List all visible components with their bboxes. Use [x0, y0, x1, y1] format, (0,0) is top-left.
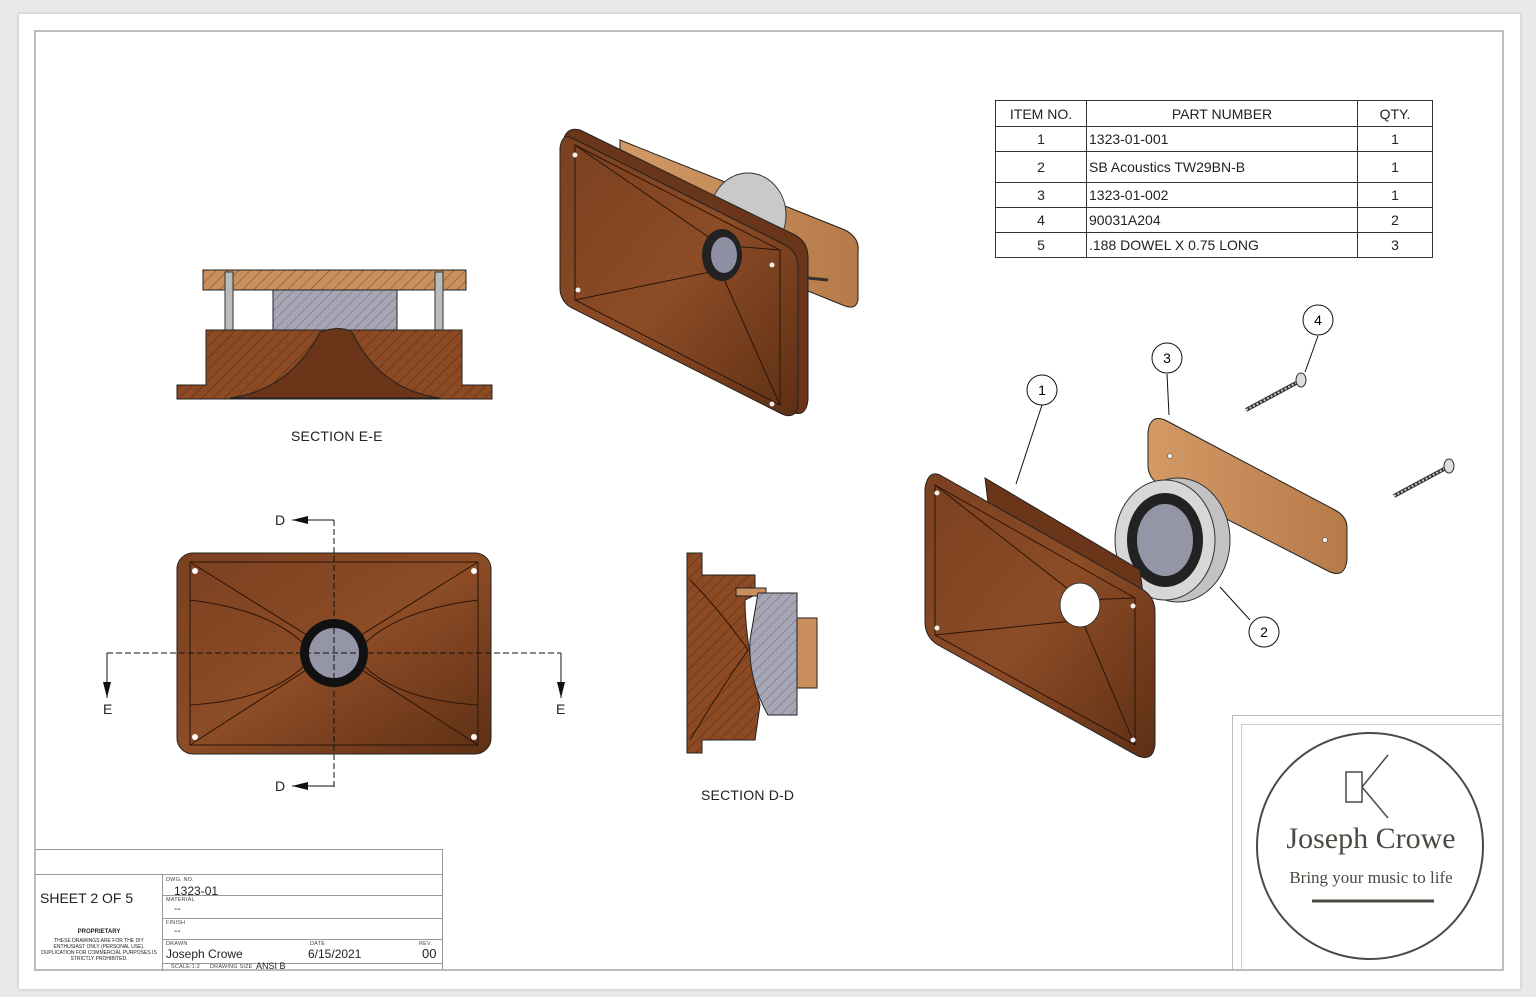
screw-4-bottom [1393, 458, 1455, 498]
exploded-view: 1 2 3 4 [924, 304, 1455, 759]
cut-marker-e-right: E [556, 701, 566, 717]
proprietary-title: PROPRIETARY [77, 929, 121, 935]
sheet-number: SHEET 2 OF 5 [40, 890, 134, 906]
rev-value: 00 [422, 946, 437, 961]
bill-of-materials-table: ITEM NO. PART NUMBER QTY. 1 1323-01-001 … [995, 100, 1433, 258]
bom-part-number: 1323-01-002 [1086, 182, 1358, 208]
bom-part-number: .188 DOWEL X 0.75 LONG [1086, 232, 1358, 258]
bom-part-number: 1323-01-001 [1086, 126, 1358, 152]
bom-qty: 1 [1357, 151, 1433, 183]
bom-item-no: 1 [995, 126, 1087, 152]
balloon-4-label: 4 [1314, 312, 1322, 328]
section-e-e-view [176, 269, 493, 400]
section-d-d-label: SECTION D-D [701, 787, 795, 803]
date-value: 6/15/2021 [308, 947, 362, 961]
title-block-rule [162, 918, 443, 919]
dwg-no-value: 1323-01 [174, 884, 219, 898]
title-block-top-row [35, 850, 442, 875]
section-e-e-label: SECTION E-E [291, 428, 383, 444]
scale-value: SCALE:1:2 [171, 964, 201, 970]
finish-value: -- [174, 926, 181, 937]
bom-qty: 1 [1357, 182, 1433, 208]
bom-part-number: SB Acoustics TW29BN-B [1086, 151, 1358, 183]
logo-name: Joseph Crowe [1286, 822, 1456, 855]
cut-marker-d-bottom: D [275, 778, 286, 794]
balloon-1-label: 1 [1038, 382, 1046, 398]
bom-header-row: ITEM NO. PART NUMBER QTY. [995, 100, 1433, 127]
bom-item-no: 3 [995, 182, 1087, 208]
table-row: 5 .188 DOWEL X 0.75 LONG 3 [995, 232, 1433, 258]
bom-item-no: 5 [995, 232, 1087, 258]
cut-marker-e-left: E [103, 701, 113, 717]
section-d-d-view [686, 552, 818, 754]
bom-qty: 1 [1357, 126, 1433, 152]
dwg-no-label: DWG. NO. [166, 877, 194, 883]
balloon-3-label: 3 [1163, 350, 1171, 366]
bom-header-qty: QTY. [1357, 100, 1433, 127]
drawn-value: Joseph Crowe [166, 947, 243, 961]
balloon-2-label: 2 [1260, 624, 1268, 640]
screw-4-top [1245, 372, 1307, 412]
title-block-divider [162, 874, 163, 971]
bom-item-no: 2 [995, 151, 1087, 183]
cut-marker-d-top: D [275, 512, 286, 528]
bom-item-no: 4 [995, 207, 1087, 233]
material-label: MATERIAL [166, 897, 195, 903]
table-row: 4 90031A204 2 [995, 207, 1433, 233]
bom-qty: 3 [1357, 232, 1433, 258]
title-block-rule [162, 963, 443, 964]
bom-part-number: 90031A204 [1086, 207, 1358, 233]
material-value: -- [174, 904, 181, 915]
bom-header-part: PART NUMBER [1086, 100, 1358, 127]
table-row: 1 1323-01-001 1 [995, 126, 1433, 152]
drawing-size-label: DRAWING SIZE [210, 964, 253, 970]
logo-tagline: Bring your music to life [1289, 868, 1453, 887]
front-view [103, 516, 565, 790]
drawing-size-value: ANSI B [256, 961, 286, 971]
bom-header-item: ITEM NO. [995, 100, 1087, 127]
title-block: SHEET 2 OF 5 DWG. NO. 1323-01 MATERIAL -… [35, 849, 443, 971]
table-row: 3 1323-01-002 1 [995, 182, 1433, 208]
table-row: 2 SB Acoustics TW29BN-B 1 [995, 151, 1433, 183]
bom-qty: 2 [1357, 207, 1433, 233]
isometric-view-top [559, 128, 859, 417]
proprietary-notice: THESE DRAWINGS ARE FOR THE DIY ENTHUSIAS… [41, 938, 157, 962]
title-block-rule [162, 939, 443, 940]
